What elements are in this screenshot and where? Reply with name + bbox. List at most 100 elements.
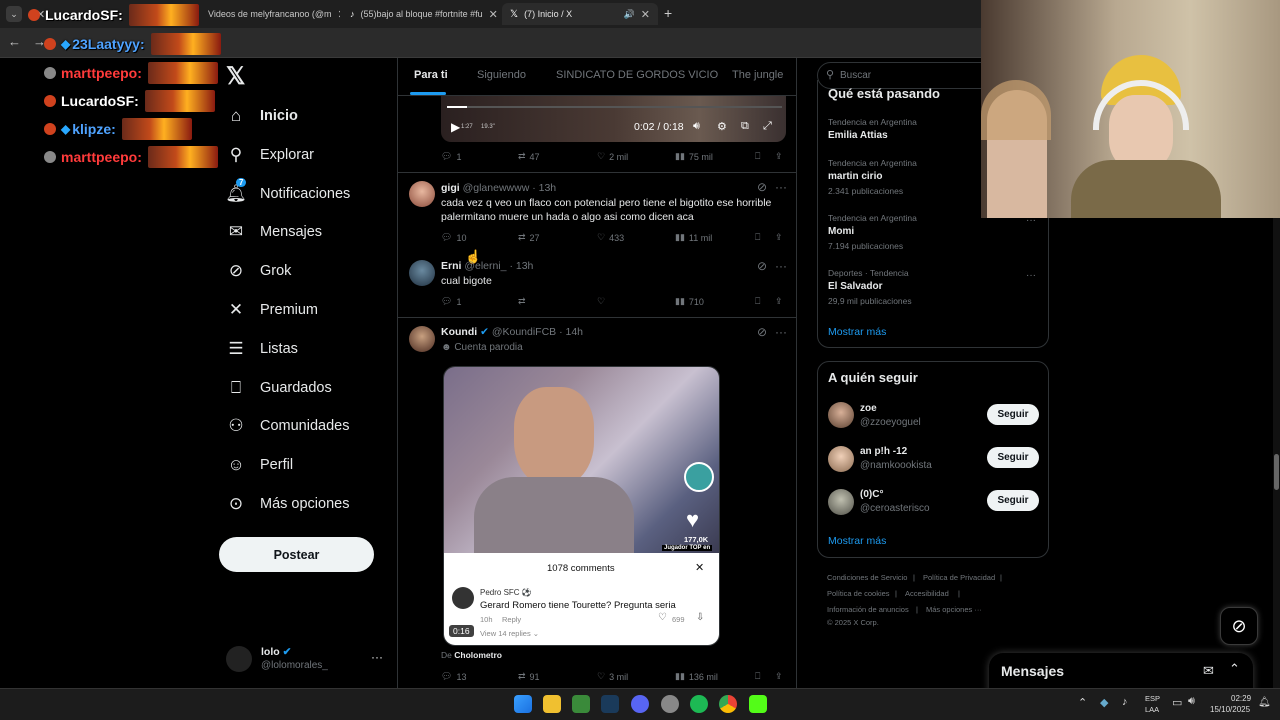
suggest-name[interactable]: (0)C° <box>860 489 883 500</box>
tweet-author-handle[interactable]: @elerni_ <box>464 260 506 272</box>
tweet-author-name[interactable]: Koundi <box>441 326 477 338</box>
play-icon[interactable]: ▶ <box>451 120 460 134</box>
nav-item-premium[interactable]: ✕ Premium <box>226 295 318 325</box>
x-logo-icon[interactable]: 𝕏 <box>226 62 245 91</box>
tab-close-icon[interactable]: ✕ <box>641 8 650 21</box>
footer-link[interactable]: Política de Privacidad <box>923 573 995 582</box>
tab-the-jungle[interactable]: The jungle <box>732 69 783 81</box>
tab-close-icon[interactable]: ✕ <box>489 8 498 21</box>
footer-link[interactable]: Condiciones de Servicio <box>827 573 907 582</box>
browser-tab-active[interactable]: 𝕏 (7) Inicio / X 🔊 ✕ <box>502 3 658 25</box>
tweet-author-name[interactable]: Erni <box>441 260 461 272</box>
show-more-follow[interactable]: Mostrar más <box>828 535 886 547</box>
trend-name[interactable]: El Salvador <box>828 281 882 292</box>
views-button[interactable]: ▮▮ 136 mil <box>675 671 718 682</box>
bookmark-button[interactable]: ⎕ <box>755 296 760 307</box>
views-button[interactable]: ▮▮ 75 mil <box>675 151 713 162</box>
suggest-name[interactable]: zoe <box>860 403 877 414</box>
like-button[interactable]: ♡ <box>597 296 605 307</box>
bookmark-button[interactable]: ⎕ <box>755 232 760 243</box>
follow-button[interactable]: Seguir <box>987 404 1039 425</box>
grok-floating-button[interactable]: ⊘ <box>1220 607 1258 645</box>
reply-button[interactable]: 💬︎ 10 <box>441 232 466 243</box>
file-explorer-icon[interactable] <box>543 695 561 713</box>
network-icon[interactable]: ▭ <box>1172 696 1182 709</box>
share-button[interactable]: ⇪ <box>775 151 783 162</box>
volume-icon[interactable]: 🔊︎ <box>1188 695 1195 708</box>
microphone-icon[interactable]: ♪ <box>1122 696 1128 708</box>
tweet-time[interactable]: · 13h <box>532 182 556 194</box>
footer-link[interactable]: Información de anuncios <box>827 605 909 614</box>
retweet-button[interactable]: ⇄ 47 <box>518 151 540 162</box>
language-indicator[interactable]: ESP <box>1145 694 1160 703</box>
tab-para-ti[interactable]: Para ti <box>414 69 448 81</box>
tweet-author-handle[interactable]: @KoundiFCB <box>492 326 556 338</box>
views-button[interactable]: ▮▮ 11 mil <box>675 232 712 243</box>
nav-item-guardados[interactable]: ⎕ Guardados <box>226 373 332 403</box>
share-button[interactable]: ⇪ <box>775 296 783 307</box>
follow-button[interactable]: Seguir <box>987 490 1039 511</box>
close-icon[interactable]: ✕ <box>695 561 704 574</box>
shield-icon[interactable]: ◆ <box>1100 696 1108 709</box>
spreadsheet-icon[interactable] <box>572 695 590 713</box>
settings-gear-icon[interactable]: ⚙ <box>717 120 727 133</box>
nav-item-explorar[interactable]: ⚲ Explorar <box>226 140 314 170</box>
footer-link[interactable]: Política de cookies <box>827 589 890 598</box>
retweet-button[interactable]: ⇄ <box>518 296 526 307</box>
nav-item-grok[interactable]: ⊘ Grok <box>226 256 292 286</box>
volume-icon[interactable]: 🔊︎ <box>693 120 700 133</box>
messages-drawer[interactable]: Mensajes ✉ ⌃ <box>989 653 1253 693</box>
chevron-up-icon[interactable]: ⌃ <box>1229 661 1240 677</box>
new-tab-button[interactable]: + <box>664 5 672 21</box>
like-button[interactable]: ♡ 2 mil <box>597 151 628 162</box>
clock-time[interactable]: 02:29 <box>1231 694 1251 703</box>
tweet-author-name[interactable]: gigi <box>441 182 460 194</box>
tab-sindicato[interactable]: SINDICATO DE GORDOS VICIO <box>556 69 718 81</box>
follow-button[interactable]: Seguir <box>987 447 1039 468</box>
retweet-button[interactable]: ⇄ 27 <box>518 232 540 243</box>
discord-icon[interactable] <box>631 695 649 713</box>
like-button[interactable]: ♡ 3 mil <box>597 671 628 682</box>
nav-item-inicio[interactable]: ⌂ Inicio <box>226 101 298 131</box>
fullscreen-icon[interactable]: ⤢ <box>763 120 772 133</box>
nav-item-perfil[interactable]: ☺ Perfil <box>226 450 293 480</box>
nav-item-mas-opciones[interactable]: ⊙ Más opciones <box>226 489 350 519</box>
avatar[interactable] <box>828 446 854 472</box>
windows-start-icon[interactable] <box>514 695 532 713</box>
credit-name[interactable]: Cholometro <box>454 650 502 660</box>
more-dots-icon[interactable]: ··· <box>1026 270 1036 281</box>
tab-siguiendo[interactable]: Siguiendo <box>477 69 526 81</box>
footer-link[interactable]: Accesibilidad <box>905 589 949 598</box>
kick-icon[interactable] <box>749 695 767 713</box>
heart-icon[interactable]: ♥ <box>686 507 699 533</box>
avatar[interactable] <box>409 326 435 352</box>
back-arrow-icon[interactable]: ← <box>8 34 21 49</box>
scrollbar-thumb[interactable] <box>1274 454 1279 490</box>
avatar[interactable] <box>409 260 435 286</box>
more-dots-icon[interactable]: ··· <box>775 259 787 273</box>
browser-tab[interactable]: Videos de melyfrancanoo (@m ✕ <box>200 3 340 25</box>
trend-name[interactable]: martin cirio <box>828 171 882 182</box>
tweet-time[interactable]: · 14h <box>559 326 583 338</box>
avatar[interactable] <box>828 402 854 428</box>
nav-item-comunidades[interactable]: ⚇ Comunidades <box>226 411 349 441</box>
steam-icon[interactable] <box>601 695 619 713</box>
share-button[interactable]: ⇪ <box>775 671 783 682</box>
grok-icon[interactable]: ⊘ <box>757 325 767 339</box>
tab-list-chevron-icon[interactable]: ⌄ <box>6 6 22 22</box>
views-button[interactable]: ▮▮ 710 <box>675 296 704 307</box>
avatar[interactable] <box>828 489 854 515</box>
avatar[interactable] <box>409 181 435 207</box>
tweet-author-handle[interactable]: @glanewwww <box>463 182 530 194</box>
tweet-time[interactable]: · 13h <box>509 260 533 272</box>
nav-item-mensajes[interactable]: ✉ Mensajes <box>226 217 322 247</box>
share-button[interactable]: ⇪ <box>775 232 783 243</box>
retweet-button[interactable]: ⇄ 91 <box>518 671 540 682</box>
like-button[interactable]: ♡ 433 <box>597 232 624 243</box>
clock-date[interactable]: 15/10/2025 <box>1210 705 1250 714</box>
speaker-icon[interactable]: 🔊 <box>624 9 635 20</box>
grok-icon[interactable]: ⊘ <box>757 180 767 194</box>
show-more-trends[interactable]: Mostrar más <box>828 326 886 338</box>
reply-button[interactable]: 💬︎ 1 <box>441 296 461 307</box>
bookmark-button[interactable]: ⎕ <box>755 151 760 162</box>
